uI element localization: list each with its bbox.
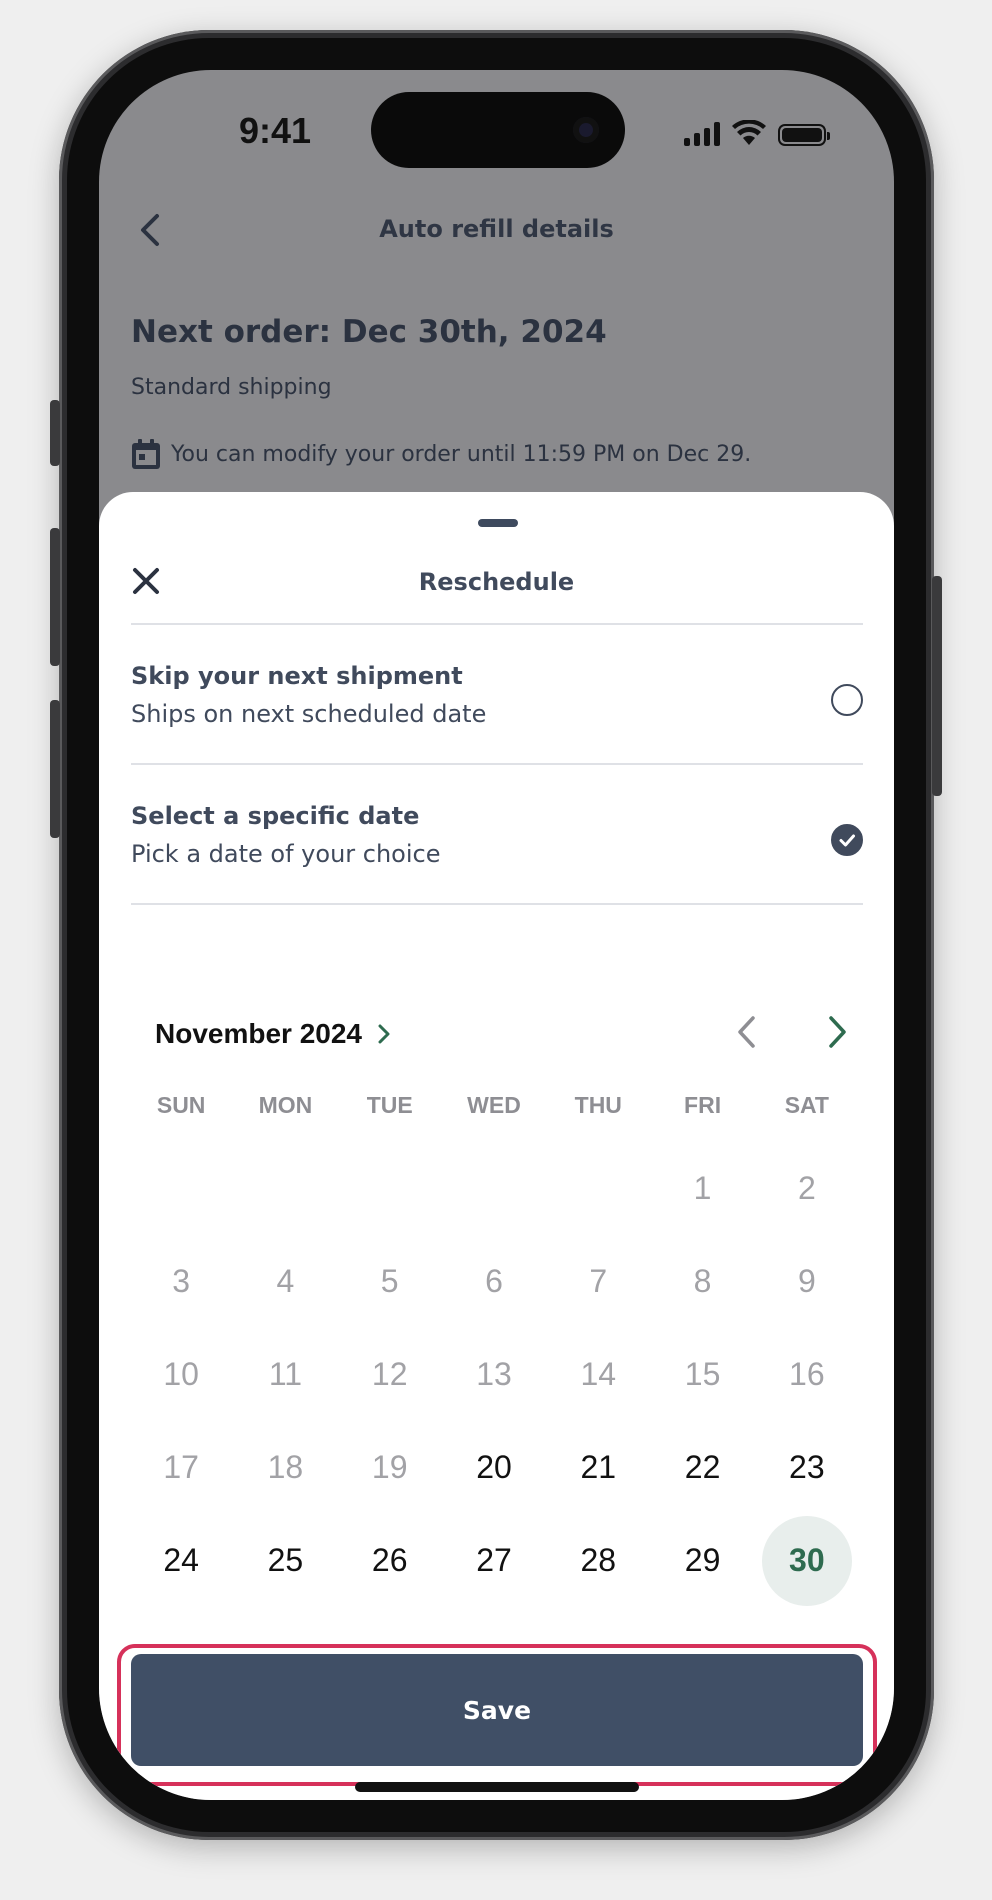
month-label: November 2024 [155, 1018, 363, 1049]
home-indicator[interactable] [355, 1782, 639, 1792]
volume-down-button [50, 700, 60, 838]
wifi-icon [732, 120, 766, 145]
modify-notice-text: You can modify your order until 11:59 PM… [171, 441, 752, 467]
option-skip-shipment[interactable]: Skip your next shipment Ships on next sc… [131, 662, 863, 772]
calendar-day[interactable]: 25 [233, 1514, 337, 1607]
checkmark-icon [839, 834, 855, 847]
calendar-day: 2 [797, 1170, 816, 1206]
calendar-day: 9 [797, 1263, 816, 1299]
reschedule-sheet: Reschedule Skip your next shipment Ships… [99, 492, 894, 1800]
calendar-icon [132, 439, 160, 469]
calendar-day: 3 [172, 1263, 191, 1299]
dynamic-island [371, 92, 625, 168]
calendar-day: 6 [485, 1263, 503, 1299]
next-order-heading: Next order: Dec 30th, 2024 [131, 314, 607, 350]
calendar-day[interactable]: 29 [650, 1514, 754, 1607]
divider [131, 763, 863, 765]
month-picker-toggle[interactable]: November 2024 [155, 1018, 392, 1050]
calendar-day: 12 [371, 1356, 408, 1392]
battery-icon [778, 124, 830, 146]
shipping-method: Standard shipping [131, 375, 332, 400]
page-title: Auto refill details [379, 215, 614, 243]
calendar-day: 7 [589, 1263, 608, 1299]
calendar-day: 4 [276, 1263, 295, 1299]
divider [131, 903, 863, 905]
calendar-day[interactable]: 27 [442, 1514, 546, 1607]
calendar-day: 11 [268, 1356, 303, 1392]
calendar-day[interactable]: 23 [755, 1421, 859, 1514]
power-button [932, 576, 942, 796]
phone-screen: 9:41 Auto refill details Next order: Dec… [99, 70, 894, 1800]
calendar-day: 10 [163, 1356, 199, 1392]
calendar-day: 5 [380, 1263, 399, 1299]
weekday-label: THU [574, 1092, 622, 1118]
status-icons [684, 116, 830, 146]
calendar-day: 16 [789, 1356, 825, 1392]
calendar-day: 14 [580, 1356, 617, 1392]
calendar-day: 15 [684, 1356, 721, 1392]
weekday-header: SUN MON TUE WED THU FRI SAT [129, 1092, 859, 1119]
volume-up-button [50, 528, 60, 666]
calendar-day[interactable]: 20 [442, 1421, 546, 1514]
cellular-signal-icon [684, 122, 720, 146]
calendar-day: 19 [371, 1449, 408, 1485]
option-title: Select a specific date [131, 802, 420, 830]
weekday-label: MON [258, 1092, 313, 1118]
specific-date-radio[interactable] [831, 824, 863, 856]
calendar-day: 13 [476, 1356, 512, 1392]
silent-switch [50, 400, 60, 466]
weekday-label: WED [467, 1092, 521, 1118]
previous-month-button[interactable] [725, 1010, 769, 1054]
divider [131, 623, 863, 625]
chevron-right-icon [378, 1024, 390, 1044]
weekday-label: FRI [684, 1092, 722, 1118]
option-title: Skip your next shipment [131, 662, 463, 690]
option-specific-date[interactable]: Select a specific date Pick a date of yo… [131, 802, 863, 912]
calendar-day: 17 [163, 1449, 199, 1485]
weekday-label: SAT [784, 1092, 829, 1118]
calendar-day: 18 [267, 1449, 304, 1485]
modify-notice: You can modify your order until 11:59 PM… [131, 438, 751, 470]
save-area: Save [117, 1644, 877, 1786]
calendar-day[interactable]: 21 [546, 1421, 650, 1514]
calendar-day-selected[interactable]: 30 [755, 1514, 859, 1607]
weekday-label: TUE [366, 1092, 413, 1118]
sheet-grabber[interactable] [478, 519, 518, 527]
option-subtitle: Ships on next scheduled date [131, 700, 487, 728]
calendar-day[interactable]: 22 [650, 1421, 754, 1514]
sheet-title: Reschedule [418, 568, 575, 596]
calendar-day[interactable]: 24 [129, 1514, 233, 1607]
option-subtitle: Pick a date of your choice [131, 840, 441, 868]
next-month-button[interactable] [815, 1010, 859, 1054]
skip-shipment-radio[interactable] [831, 684, 863, 716]
calendar-day: 1 [693, 1170, 712, 1206]
camera-icon [573, 117, 599, 143]
calendar-day: 8 [693, 1263, 712, 1299]
calendar-days-grid: 1 2 3 4 5 6 7 8 9 10 11 12 13 14 15 16 1… [129, 1142, 859, 1607]
weekday-label: SUN [156, 1092, 206, 1118]
chevron-left-icon [738, 1016, 755, 1048]
calendar-day[interactable]: 26 [338, 1514, 442, 1607]
status-time: 9:41 [238, 110, 312, 151]
selected-day-label: 30 [789, 1542, 825, 1578]
chevron-right-icon [829, 1016, 846, 1048]
save-button[interactable]: Save [131, 1654, 863, 1766]
calendar-day[interactable]: 28 [546, 1514, 650, 1607]
